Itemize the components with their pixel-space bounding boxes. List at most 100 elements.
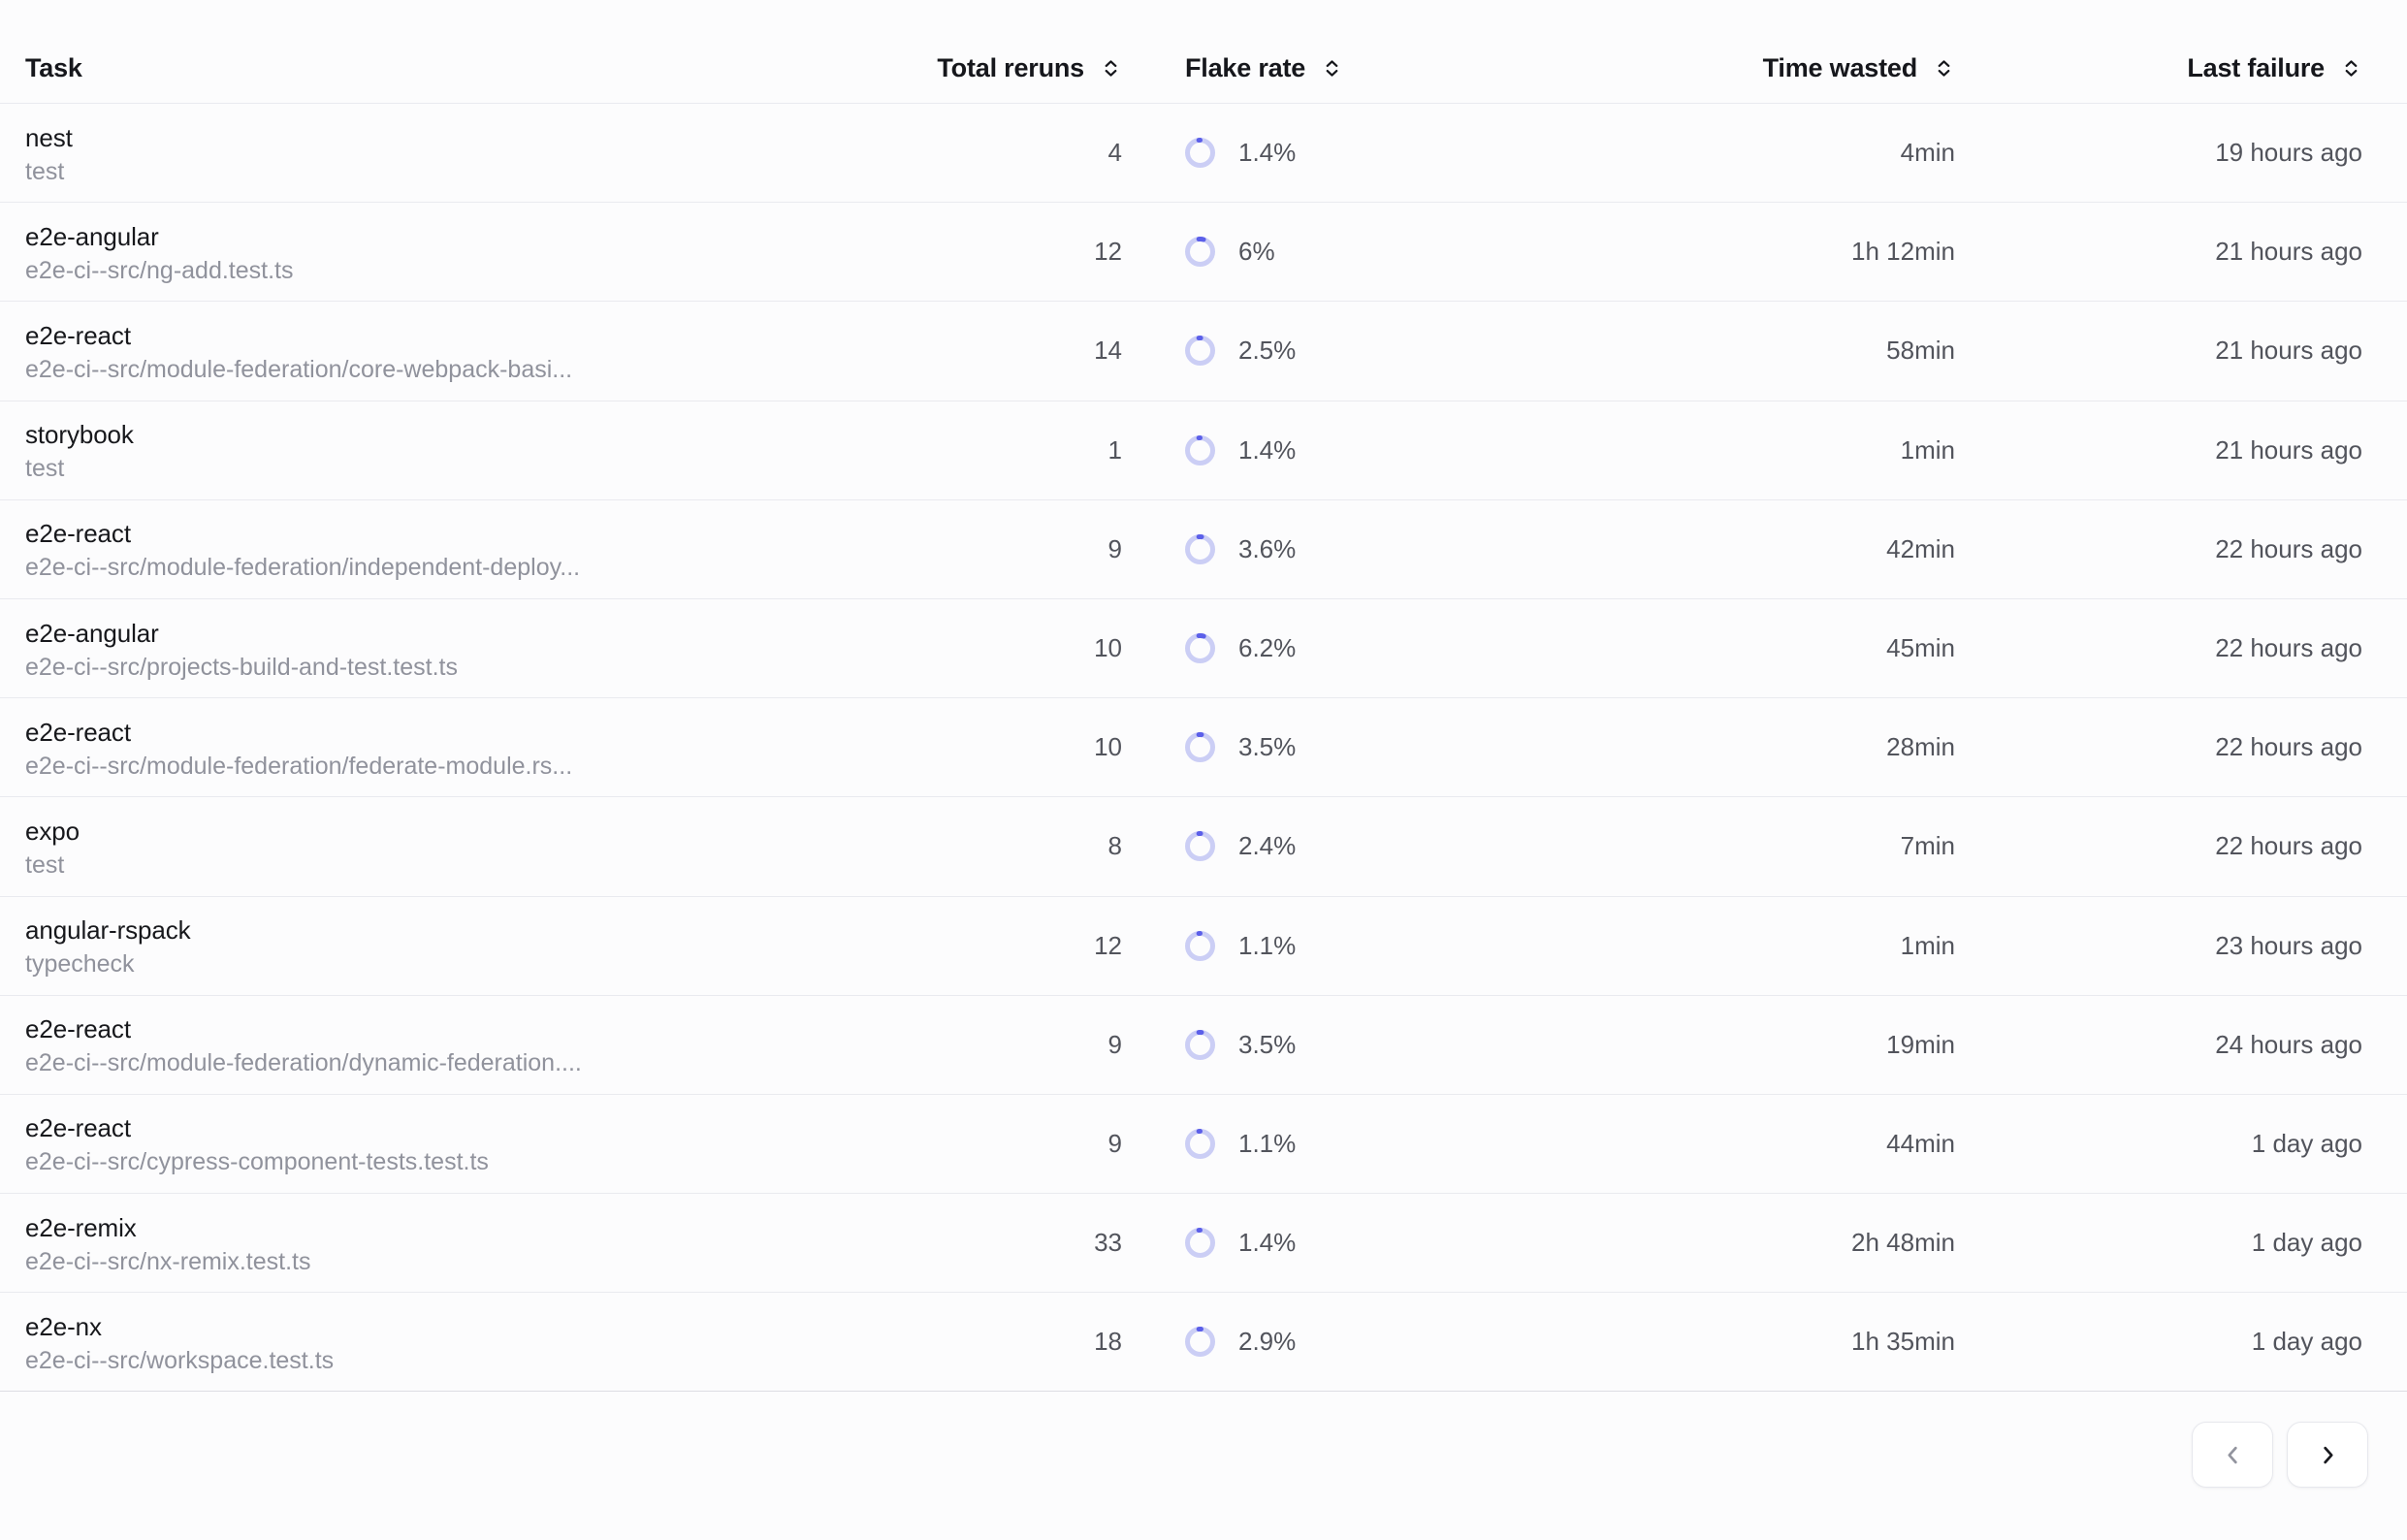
sort-chevrons-icon[interactable] — [1100, 57, 1122, 80]
task-name: e2e-angular — [25, 616, 926, 651]
last-failure-value: 22 hours ago — [1955, 534, 2362, 564]
time-wasted-value: 45min — [1759, 633, 1955, 663]
table-row[interactable]: e2e-reacte2e-ci--src/module-federation/d… — [0, 996, 2407, 1095]
time-wasted-value: 2h 48min — [1759, 1228, 1955, 1258]
flake-rate-cell: 2.4% — [1122, 831, 1759, 861]
task-name: e2e-react — [25, 1011, 926, 1046]
total-reruns-value: 18 — [926, 1327, 1122, 1357]
flake-rate-value: 3.6% — [1238, 534, 1296, 564]
flake-rate-value: 6.2% — [1238, 633, 1296, 663]
flake-rate-ring-icon — [1185, 336, 1215, 366]
table-row[interactable]: expotest82.4%7min22 hours ago — [0, 797, 2407, 896]
task-name: e2e-react — [25, 318, 926, 353]
column-header-last-failure[interactable]: Last failure — [1955, 53, 2362, 83]
task-cell: e2e-angulare2e-ci--src/ng-add.test.ts — [25, 217, 926, 287]
sort-chevrons-icon[interactable] — [2340, 57, 2362, 80]
last-failure-value: 19 hours ago — [1955, 138, 2362, 168]
total-reruns-value: 14 — [926, 336, 1122, 366]
column-header-flake-rate[interactable]: Flake rate — [1122, 53, 1759, 83]
pagination — [0, 1422, 2407, 1488]
flake-rate-cell: 1.1% — [1122, 931, 1759, 961]
table-row[interactable]: e2e-remixe2e-ci--src/nx-remix.test.ts33 1… — [0, 1194, 2407, 1293]
sort-chevrons-icon[interactable] — [1933, 57, 1955, 80]
table-row[interactable]: e2e-angulare2e-ci--src/projects-build-an… — [0, 599, 2407, 698]
task-cell: e2e-reacte2e-ci--src/cypress-component-t… — [25, 1108, 926, 1178]
last-failure-value: 21 hours ago — [1955, 336, 2362, 366]
task-target: e2e-ci--src/cypress-component-tests.test… — [25, 1145, 926, 1178]
last-failure-value: 22 hours ago — [1955, 831, 2362, 861]
last-failure-value: 1 day ago — [1955, 1129, 2362, 1159]
flake-rate-cell: 6% — [1122, 237, 1759, 267]
task-target: test — [25, 849, 926, 882]
chevron-left-icon — [2220, 1442, 2246, 1468]
last-failure-value: 23 hours ago — [1955, 931, 2362, 961]
task-cell: expotest — [25, 812, 926, 882]
task-target: test — [25, 155, 926, 188]
task-cell: e2e-reacte2e-ci--src/module-federation/f… — [25, 713, 926, 783]
column-header-total-reruns[interactable]: Total reruns — [926, 53, 1122, 83]
flake-rate-value: 3.5% — [1238, 1030, 1296, 1060]
last-failure-value: 24 hours ago — [1955, 1030, 2362, 1060]
time-wasted-value: 7min — [1759, 831, 1955, 861]
task-name: e2e-react — [25, 1110, 926, 1145]
task-target: e2e-ci--src/module-federation/core-webpa… — [25, 353, 926, 386]
flake-rate-cell: 6.2% — [1122, 633, 1759, 663]
task-cell: e2e-remixe2e-ci--src/nx-remix.test.ts — [25, 1208, 926, 1278]
task-name: e2e-react — [25, 516, 926, 551]
last-failure-value: 21 hours ago — [1955, 237, 2362, 267]
task-name: angular-rspack — [25, 913, 926, 947]
flake-rate-cell: 1.4% — [1122, 435, 1759, 465]
time-wasted-value: 1h 35min — [1759, 1327, 1955, 1357]
time-wasted-value: 28min — [1759, 732, 1955, 762]
time-wasted-value: 44min — [1759, 1129, 1955, 1159]
flake-rate-ring-icon — [1185, 435, 1215, 465]
last-failure-value: 21 hours ago — [1955, 435, 2362, 465]
table-row[interactable]: angular-rspacktypecheck121.1%1min23 hour… — [0, 897, 2407, 996]
previous-page-button[interactable] — [2192, 1422, 2273, 1488]
table-row[interactable]: storybooktest11.4%1min21 hours ago — [0, 401, 2407, 500]
flake-rate-ring-icon — [1185, 732, 1215, 762]
next-page-button[interactable] — [2287, 1422, 2368, 1488]
task-cell: e2e-nxe2e-ci--src/workspace.test.ts — [25, 1307, 926, 1377]
time-wasted-value: 42min — [1759, 534, 1955, 564]
task-name: e2e-react — [25, 715, 926, 750]
task-cell: angular-rspacktypecheck — [25, 911, 926, 980]
task-name: storybook — [25, 417, 926, 452]
total-reruns-value: 1 — [926, 435, 1122, 465]
time-wasted-value: 1min — [1759, 435, 1955, 465]
table-row[interactable]: e2e-angulare2e-ci--src/ng-add.test.ts126… — [0, 203, 2407, 302]
flake-rate-cell: 3.5% — [1122, 732, 1759, 762]
time-wasted-value: 19min — [1759, 1030, 1955, 1060]
task-name: expo — [25, 814, 926, 849]
total-reruns-value: 10 — [926, 732, 1122, 762]
flake-rate-value: 1.4% — [1238, 1228, 1296, 1258]
total-reruns-value: 4 — [926, 138, 1122, 168]
table-row[interactable]: e2e-reacte2e-ci--src/module-federation/c… — [0, 302, 2407, 401]
flake-rate-ring-icon — [1185, 237, 1215, 267]
table-row[interactable]: e2e-reacte2e-ci--src/module-federation/i… — [0, 500, 2407, 599]
total-reruns-value: 33 — [926, 1228, 1122, 1258]
flake-rate-value: 2.5% — [1238, 336, 1296, 366]
column-header-label: Total reruns — [937, 53, 1084, 83]
task-target: e2e-ci--src/module-federation/federate-m… — [25, 750, 926, 783]
column-header-label: Time wasted — [1763, 53, 1917, 83]
table-row[interactable]: e2e-reacte2e-ci--src/cypress-component-t… — [0, 1095, 2407, 1194]
total-reruns-value: 9 — [926, 534, 1122, 564]
total-reruns-value: 12 — [926, 237, 1122, 267]
column-header-time-wasted[interactable]: Time wasted — [1759, 53, 1955, 83]
table-header: Task Total reruns Flake rate Time wasted… — [0, 0, 2407, 104]
flake-rate-cell: 2.9% — [1122, 1327, 1759, 1357]
table-row[interactable]: e2e-nxe2e-ci--src/workspace.test.ts182.9… — [0, 1293, 2407, 1392]
task-target: e2e-ci--src/module-federation/independen… — [25, 551, 926, 584]
time-wasted-value: 58min — [1759, 336, 1955, 366]
chevron-right-icon — [2315, 1442, 2341, 1468]
sort-chevrons-icon[interactable] — [1321, 57, 1343, 80]
column-header-label: Last failure — [2187, 53, 2325, 83]
task-cell: e2e-angulare2e-ci--src/projects-build-an… — [25, 614, 926, 684]
table-row[interactable]: nesttest41.4%4min19 hours ago — [0, 104, 2407, 203]
column-header-label: Task — [25, 53, 82, 83]
time-wasted-value: 1h 12min — [1759, 237, 1955, 267]
column-header-task: Task — [25, 53, 926, 83]
table-row[interactable]: e2e-reacte2e-ci--src/module-federation/f… — [0, 698, 2407, 797]
flake-rate-ring-icon — [1185, 633, 1215, 663]
